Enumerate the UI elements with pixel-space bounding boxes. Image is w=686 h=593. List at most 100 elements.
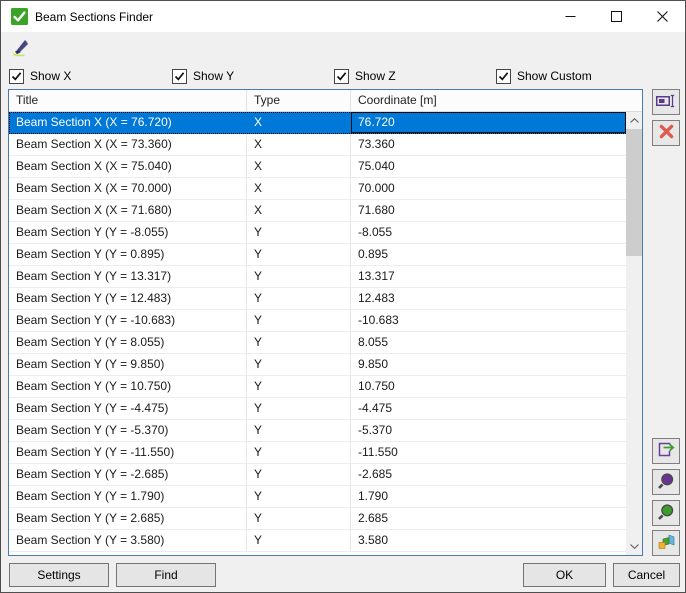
table-row[interactable]: Beam Section Y (Y = -11.550)Y-11.550 [9,442,626,464]
zoom-selection-button[interactable] [652,469,680,495]
filter-show-z[interactable]: Show Z [334,67,396,85]
row-coordinate-cell[interactable]: 76.720 [351,112,626,134]
row-type-cell[interactable]: X [247,134,351,156]
scroll-down-icon[interactable] [626,538,642,555]
row-type-cell[interactable]: Y [247,420,351,442]
row-coordinate-cell[interactable]: 70.000 [351,178,626,200]
table-row[interactable]: Beam Section Y (Y = -4.475)Y-4.475 [9,398,626,420]
row-title-cell[interactable]: Beam Section Y (Y = 0.895) [9,244,247,266]
row-title-cell[interactable]: Beam Section X (X = 75.040) [9,156,247,178]
table-row[interactable]: Beam Section Y (Y = 3.580)Y3.580 [9,530,626,552]
column-header-coordinate[interactable]: Coordinate [m] [351,90,626,111]
row-coordinate-cell[interactable]: 10.750 [351,376,626,398]
row-type-cell[interactable]: Y [247,376,351,398]
table-row[interactable]: Beam Section X (X = 75.040)X75.040 [9,156,626,178]
row-title-cell[interactable]: Beam Section Y (Y = -10.683) [9,310,247,332]
row-type-cell[interactable]: Y [247,464,351,486]
filter-checkbox-show-x[interactable] [9,69,24,84]
row-coordinate-cell[interactable]: -5.370 [351,420,626,442]
row-type-cell[interactable]: Y [247,442,351,464]
scroll-up-icon[interactable] [626,112,642,129]
table-row[interactable]: Beam Section X (X = 71.680)X71.680 [9,200,626,222]
row-coordinate-cell[interactable]: 0.895 [351,244,626,266]
row-type-cell[interactable]: Y [247,310,351,332]
table-row[interactable]: Beam Section Y (Y = 12.483)Y12.483 [9,288,626,310]
paintbrush-button[interactable] [8,35,34,61]
row-title-cell[interactable]: Beam Section X (X = 76.720) [9,112,247,134]
filter-checkbox-show-custom[interactable] [496,69,511,84]
row-coordinate-cell[interactable]: 1.790 [351,486,626,508]
table-row[interactable]: Beam Section Y (Y = 1.790)Y1.790 [9,486,626,508]
row-type-cell[interactable]: X [247,200,351,222]
row-type-cell[interactable]: Y [247,244,351,266]
table-row[interactable]: Beam Section X (X = 70.000)X70.000 [9,178,626,200]
row-coordinate-cell[interactable]: 13.317 [351,266,626,288]
table-row[interactable]: Beam Section Y (Y = -5.370)Y-5.370 [9,420,626,442]
row-title-cell[interactable]: Beam Section Y (Y = 2.685) [9,508,247,530]
export-section-button[interactable] [652,438,680,464]
row-type-cell[interactable]: X [247,156,351,178]
table-row[interactable]: Beam Section Y (Y = 8.055)Y8.055 [9,332,626,354]
row-title-cell[interactable]: Beam Section Y (Y = -2.685) [9,464,247,486]
row-title-cell[interactable]: Beam Section Y (Y = -8.055) [9,222,247,244]
row-title-cell[interactable]: Beam Section X (X = 71.680) [9,200,247,222]
filter-checkbox-show-y[interactable] [172,69,187,84]
filter-show-y[interactable]: Show Y [172,67,234,85]
minimize-button[interactable] [547,1,593,32]
filter-checkbox-show-z[interactable] [334,69,349,84]
table-row[interactable]: Beam Section X (X = 73.360)X73.360 [9,134,626,156]
row-title-cell[interactable]: Beam Section Y (Y = 8.055) [9,332,247,354]
scrollbar-thumb[interactable] [626,129,642,256]
settings-button[interactable]: Settings [9,563,109,587]
column-header-type[interactable]: Type [247,90,351,111]
table-row[interactable]: Beam Section Y (Y = 9.850)Y9.850 [9,354,626,376]
table-row[interactable]: Beam Section Y (Y = 13.317)Y13.317 [9,266,626,288]
row-title-cell[interactable]: Beam Section Y (Y = 13.317) [9,266,247,288]
row-type-cell[interactable]: Y [247,398,351,420]
find-button[interactable]: Find [116,563,216,587]
row-coordinate-cell[interactable]: -4.475 [351,398,626,420]
row-coordinate-cell[interactable]: -10.683 [351,310,626,332]
row-coordinate-cell[interactable]: 9.850 [351,354,626,376]
row-coordinate-cell[interactable]: 2.685 [351,508,626,530]
row-title-cell[interactable]: Beam Section X (X = 73.360) [9,134,247,156]
row-title-cell[interactable]: Beam Section Y (Y = 12.483) [9,288,247,310]
row-coordinate-cell[interactable]: 71.680 [351,200,626,222]
table-scrollbar[interactable] [626,112,642,555]
filter-show-custom[interactable]: Show Custom [496,67,592,85]
zoom-view-button[interactable] [652,500,680,526]
row-coordinate-cell[interactable]: 75.040 [351,156,626,178]
row-type-cell[interactable]: Y [247,266,351,288]
row-title-cell[interactable]: Beam Section Y (Y = 10.750) [9,376,247,398]
table-row[interactable]: Beam Section X (X = 76.720)X76.720 [9,112,626,134]
table-row[interactable]: Beam Section Y (Y = 2.685)Y2.685 [9,508,626,530]
cancel-button[interactable]: Cancel [613,563,680,587]
rename-button[interactable] [652,89,680,115]
row-coordinate-cell[interactable]: 3.580 [351,530,626,552]
row-title-cell[interactable]: Beam Section X (X = 70.000) [9,178,247,200]
delete-button[interactable] [652,120,680,146]
table-row[interactable]: Beam Section Y (Y = -2.685)Y-2.685 [9,464,626,486]
table-row[interactable]: Beam Section Y (Y = -8.055)Y-8.055 [9,222,626,244]
maximize-button[interactable] [593,1,639,32]
row-type-cell[interactable]: Y [247,530,351,552]
row-title-cell[interactable]: Beam Section Y (Y = -11.550) [9,442,247,464]
row-coordinate-cell[interactable]: -2.685 [351,464,626,486]
close-button[interactable] [639,1,685,32]
filter-show-x[interactable]: Show X [9,67,71,85]
table-row[interactable]: Beam Section Y (Y = 0.895)Y0.895 [9,244,626,266]
row-type-cell[interactable]: Y [247,508,351,530]
row-type-cell[interactable]: X [247,178,351,200]
row-title-cell[interactable]: Beam Section Y (Y = -5.370) [9,420,247,442]
row-type-cell[interactable]: Y [247,332,351,354]
row-type-cell[interactable]: Y [247,288,351,310]
row-title-cell[interactable]: Beam Section Y (Y = 3.580) [9,530,247,552]
table-row[interactable]: Beam Section Y (Y = -10.683)Y-10.683 [9,310,626,332]
ok-button[interactable]: OK [523,563,606,587]
row-type-cell[interactable]: Y [247,222,351,244]
row-title-cell[interactable]: Beam Section Y (Y = 1.790) [9,486,247,508]
row-type-cell[interactable]: Y [247,354,351,376]
column-header-title[interactable]: Title [9,90,247,111]
row-coordinate-cell[interactable]: 8.055 [351,332,626,354]
row-coordinate-cell[interactable]: 12.483 [351,288,626,310]
